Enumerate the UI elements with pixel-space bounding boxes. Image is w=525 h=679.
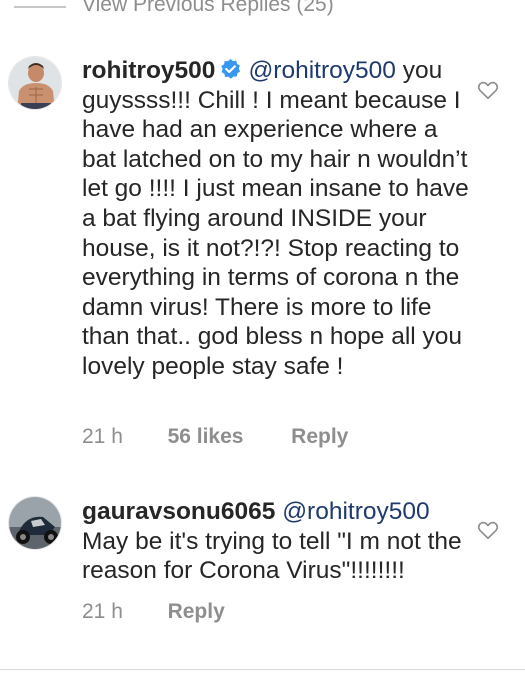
reply-button[interactable]: Reply <box>168 600 225 624</box>
comment-text: you guyssss!!! Chill ! I meant because I… <box>82 57 469 380</box>
verified-badge-icon <box>221 58 241 79</box>
view-previous-replies-label[interactable]: View Previous Replies (25) <box>82 0 334 19</box>
view-previous-replies[interactable]: View Previous Replies (25) <box>0 0 525 24</box>
avatar[interactable] <box>8 56 62 110</box>
comment-mention[interactable]: @rohitroy500 <box>248 57 395 84</box>
comment-username[interactable]: gauravsonu6065 <box>82 498 275 525</box>
shirtless-man-avatar-icon <box>9 57 61 109</box>
likes-count[interactable]: 56 likes <box>168 425 244 449</box>
divider <box>0 669 525 670</box>
reply-button[interactable]: Reply <box>291 425 348 449</box>
comment-text: May be it's trying to tell "I m not the … <box>82 527 462 585</box>
heart-outline-icon[interactable] <box>477 519 499 541</box>
comment-meta: 21 h Reply <box>82 600 225 624</box>
comment-time: 21 h <box>82 600 123 623</box>
comment-time: 21 h <box>82 425 123 448</box>
comment-meta: 21 h 56 likes Reply <box>82 425 348 449</box>
reply-thread-line <box>14 6 66 8</box>
comment-mention[interactable]: @rohitroy500 <box>282 498 429 525</box>
comment-username[interactable]: rohitroy500 <box>82 57 215 84</box>
avatar[interactable] <box>8 496 62 550</box>
heart-outline-icon[interactable] <box>477 79 499 101</box>
motorcycle-avatar-icon <box>9 497 61 549</box>
